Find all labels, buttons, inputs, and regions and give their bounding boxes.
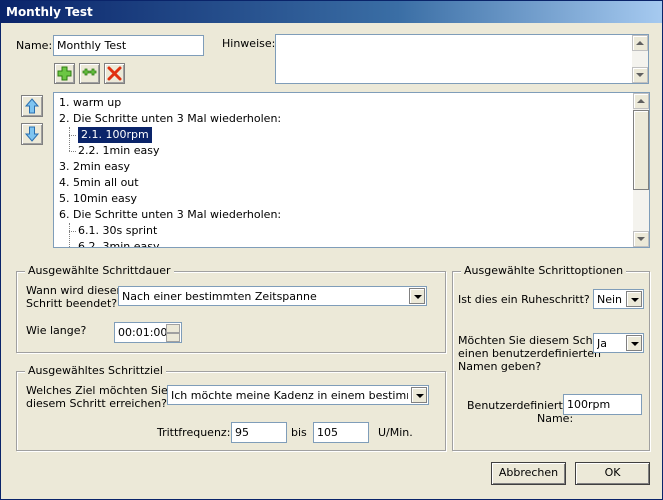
options-group: Ausgewählte Schrittoptionen Ist dies ein… [452,264,650,451]
chevron-down-icon[interactable] [411,387,427,403]
when-ends-label-line1: Wann wird dieser [26,284,122,297]
arrow-up-icon [24,98,40,114]
chevron-down-icon[interactable] [626,291,642,307]
steps-list: 1. warm up 2. Die Schritte unten 3 Mal wi… [59,95,629,247]
custom-name-select[interactable]: Ja [593,333,644,353]
step-substep-item[interactable]: 2.2. 1min easy [68,143,159,159]
duration-type-value: Nach einer bestimmten Zeitspanne [122,290,317,303]
dialog-window: Monthly Test Name: Monthly Test Hinweise… [0,0,663,500]
ok-button[interactable]: OK [575,462,650,485]
notes-label: Hinweise: [222,37,276,50]
window-title: Monthly Test [6,5,93,19]
duration-time-value: 00:01:00 [118,326,168,339]
step-item[interactable]: 1. warm up [59,95,121,111]
double-plus-icon [82,68,97,76]
cancel-button[interactable]: Abbrechen [491,462,566,485]
notes-scroll-down-button[interactable] [632,67,648,83]
user-name-label-line1: Benutzerdefinierter [467,399,575,412]
cadence-from-input[interactable]: 95 [231,422,287,443]
move-up-button[interactable] [21,95,43,117]
rest-step-select[interactable]: Nein [593,289,644,309]
rest-step-label: Ist dies ein Ruheschritt? [458,293,590,306]
how-long-label: Wie lange? [26,324,87,337]
spin-up-button[interactable] [166,324,180,333]
step-item[interactable]: 4. 5min all out [59,175,139,191]
duration-group: Ausgewählte Schrittdauer Wann wird diese… [16,264,446,353]
notes-textarea[interactable] [275,34,649,84]
steps-scroll-thumb[interactable] [633,110,649,190]
step-substep-item[interactable]: 6.1. 30s sprint [68,223,157,239]
target-type-value: Ich möchte meine Kadenz in einem bestimm… [171,389,408,402]
plus-icon [57,66,72,81]
steps-scroll-down-button[interactable] [633,231,649,247]
chevron-down-icon[interactable] [409,288,425,304]
duration-time-input[interactable]: 00:01:00 [114,322,182,343]
custom-name-label-line2: einen benutzerdefinierten [458,347,601,360]
goal-label-line1: Welches Ziel möchten Sie mit [26,384,190,397]
red-x-icon [107,66,122,81]
tree-connector-line [69,127,70,151]
options-group-title: Ausgewählte Schrittoptionen [461,264,627,277]
duration-type-select[interactable]: Nach einer bestimmten Zeitspanne [118,286,427,306]
steps-tree[interactable]: 1. warm up 2. Die Schritte unten 3 Mal wi… [53,92,650,248]
arrow-down-icon [24,126,40,142]
target-group-title: Ausgewähltes Schrittziel [25,364,166,377]
name-label: Name: [16,39,53,52]
between-label: bis [291,426,307,439]
tree-connector-line [69,223,70,247]
when-ends-label-line2: Schritt beendet? [26,297,118,310]
notes-scrollbar[interactable] [632,35,648,83]
title-bar[interactable]: Monthly Test [1,1,662,23]
cadence-unit-label: U/Min. [378,426,413,439]
spin-down-button[interactable] [166,333,180,342]
move-down-button[interactable] [21,123,43,145]
name-input[interactable]: Monthly Test [53,35,204,56]
user-name-input[interactable]: 100rpm [563,394,642,415]
rest-step-value: Nein [597,293,623,306]
custom-name-label-line3: Namen geben? [458,360,542,373]
target-type-select[interactable]: Ich möchte meine Kadenz in einem bestimm… [167,385,429,405]
step-item[interactable]: 6. Die Schritte unten 3 Mal wiederholen: [59,207,281,223]
step-substep-item[interactable]: 6.2. 3min easy [78,239,159,247]
step-item[interactable]: 5. 10min easy [59,191,137,207]
notes-scroll-up-button[interactable] [632,35,648,51]
step-substep-item[interactable]: 2.1. 100rpm [69,127,152,143]
chevron-down-icon[interactable] [626,335,642,351]
custom-name-label-line1: Möchten Sie diesem Schritt [458,334,609,347]
add-step-button[interactable] [54,63,75,84]
cadence-to-input[interactable]: 105 [313,422,369,443]
duration-group-title: Ausgewählte Schrittdauer [25,264,174,277]
add-repeat-button[interactable] [79,63,100,84]
goal-label-line2: diesem Schritt erreichen? [26,397,168,410]
steps-scroll-up-button[interactable] [633,93,649,109]
delete-step-button[interactable] [104,63,125,84]
step-item[interactable]: 2. Die Schritte unten 3 Mal wiederholen: [59,111,281,127]
steps-scrollbar[interactable] [633,93,649,247]
step-item[interactable]: 3. 2min easy [59,159,130,175]
target-group: Ausgewähltes Schrittziel Welches Ziel mö… [16,364,446,451]
cadence-label: Trittfrequenz: [157,426,231,439]
custom-name-value: Ja [597,337,607,350]
